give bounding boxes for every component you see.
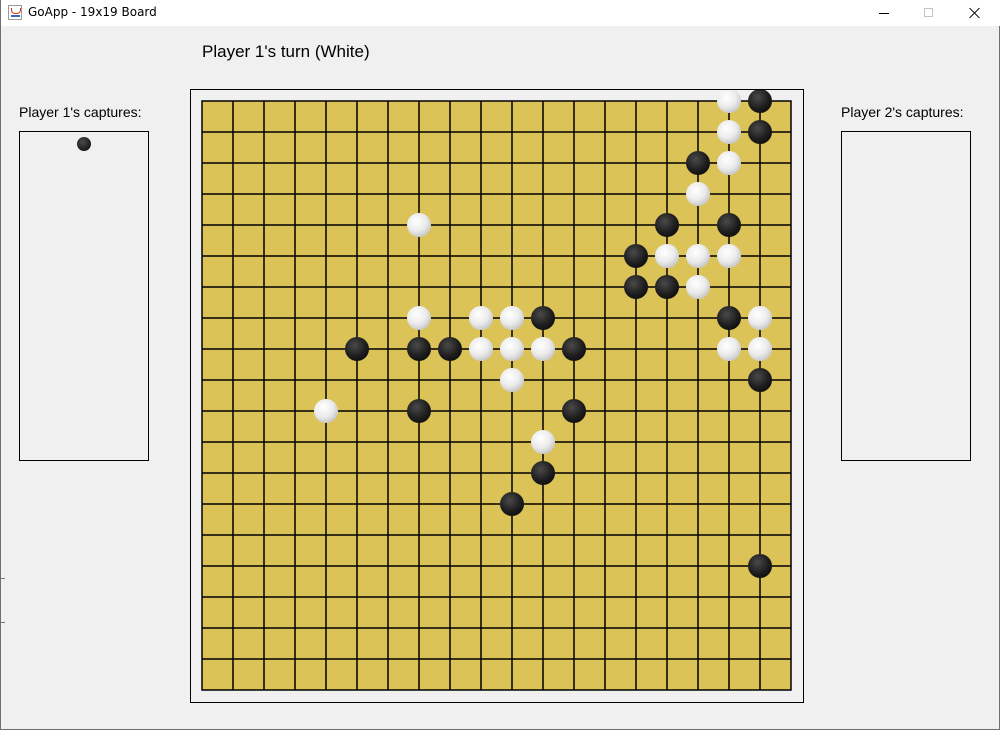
white-stone: [314, 399, 338, 423]
app-window: GoApp - 19x19 Board Player 1's turn (Whi…: [0, 0, 1000, 730]
maximize-icon[interactable]: [906, 0, 952, 26]
white-stone: [717, 90, 741, 113]
black-stone: [531, 461, 555, 485]
board-panel: [190, 89, 804, 703]
white-stone: [500, 337, 524, 361]
black-stone: [438, 337, 462, 361]
black-stone: [748, 368, 772, 392]
turn-status: Player 1's turn (White): [202, 42, 370, 61]
white-stone: [531, 337, 555, 361]
black-stone: [500, 492, 524, 516]
player2-captures-panel: [841, 131, 971, 461]
go-board[interactable]: [191, 90, 803, 702]
white-stone: [748, 306, 772, 330]
minimize-icon[interactable]: [861, 0, 907, 26]
java-cup-icon: [8, 5, 22, 20]
edge-mark: [1, 578, 5, 579]
black-stone: [655, 275, 679, 299]
white-stone: [686, 244, 710, 268]
black-stone: [748, 120, 772, 144]
white-stone: [717, 337, 741, 361]
black-stone: [655, 213, 679, 237]
black-stone: [717, 213, 741, 237]
player2-captures-label: Player 2's captures:: [841, 104, 964, 120]
white-stone: [748, 337, 772, 361]
white-stone: [407, 306, 431, 330]
white-stone: [469, 306, 493, 330]
black-stone: [407, 399, 431, 423]
title-bar[interactable]: GoApp - 19x19 Board: [1, 0, 1000, 26]
white-stone: [655, 244, 679, 268]
player1-captures-panel: [19, 131, 149, 461]
white-stone: [686, 275, 710, 299]
black-stone: [531, 306, 555, 330]
black-stone: [624, 244, 648, 268]
black-stone: [407, 337, 431, 361]
white-stone: [717, 244, 741, 268]
black-stone: [717, 306, 741, 330]
black-stone: [624, 275, 648, 299]
white-stone: [469, 337, 493, 361]
white-stone: [500, 306, 524, 330]
black-stone: [748, 554, 772, 578]
captured-black-stone: [77, 137, 91, 151]
white-stone: [717, 120, 741, 144]
black-stone: [686, 151, 710, 175]
white-stone: [531, 430, 555, 454]
black-stone: [562, 399, 586, 423]
player1-captures-label: Player 1's captures:: [19, 104, 142, 120]
close-icon[interactable]: [952, 0, 998, 26]
white-stone: [717, 151, 741, 175]
edge-mark: [1, 622, 5, 623]
white-stone: [500, 368, 524, 392]
black-stone: [748, 90, 772, 113]
window-title: GoApp - 19x19 Board: [28, 5, 157, 19]
white-stone: [686, 182, 710, 206]
white-stone: [407, 213, 431, 237]
black-stone: [345, 337, 369, 361]
black-stone: [562, 337, 586, 361]
